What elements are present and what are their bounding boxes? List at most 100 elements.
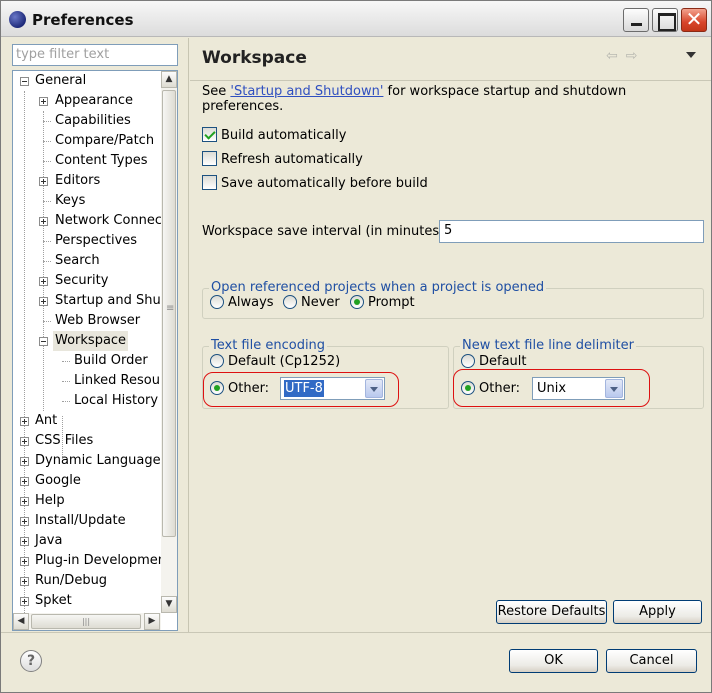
- expand-icon[interactable]: [20, 477, 29, 486]
- tree-item[interactable]: Workspace: [13, 331, 161, 351]
- tree-item[interactable]: Help: [13, 491, 161, 511]
- scroll-left-button[interactable]: ◀: [13, 613, 29, 630]
- tree-item[interactable]: Editors: [13, 171, 161, 191]
- tree-item[interactable]: Ant: [13, 411, 161, 431]
- expand-icon[interactable]: [20, 417, 29, 426]
- expand-icon[interactable]: [20, 457, 29, 466]
- tree-horizontal-scrollbar[interactable]: ◀ ||| ▶: [13, 613, 161, 630]
- checkbox-box[interactable]: [202, 127, 217, 142]
- tree-item[interactable]: Linked Resources: [13, 371, 161, 391]
- tree-item[interactable]: Search: [13, 251, 161, 271]
- prompt-radio[interactable]: Prompt: [350, 294, 415, 312]
- expand-icon[interactable]: [20, 597, 29, 606]
- startup-shutdown-link[interactable]: 'Startup and Shutdown': [230, 84, 383, 99]
- tree-item-label: Network Connections: [55, 213, 161, 228]
- expand-icon[interactable]: [39, 277, 48, 286]
- expand-icon[interactable]: [20, 537, 29, 546]
- tree-item[interactable]: Google: [13, 471, 161, 491]
- expand-icon[interactable]: [20, 497, 29, 506]
- scroll-up-button[interactable]: ▲: [161, 71, 177, 88]
- expand-icon[interactable]: [39, 177, 48, 186]
- restore-defaults-button[interactable]: Restore Defaults: [496, 600, 607, 624]
- tree-item[interactable]: Build Order: [13, 351, 161, 371]
- back-arrow-icon[interactable]: ⇦: [606, 48, 618, 64]
- title-bar[interactable]: Preferences ✕: [1, 1, 711, 37]
- tree-item[interactable]: Web Browser: [13, 311, 161, 331]
- tree-item-label: CSS Files: [35, 433, 94, 448]
- radio-circle[interactable]: [461, 353, 475, 368]
- title-separator: [190, 80, 711, 81]
- checkbox-box[interactable]: [202, 175, 217, 190]
- default-encoding-radio[interactable]: Default (Cp1252): [210, 353, 340, 371]
- tree-item[interactable]: General: [13, 71, 161, 91]
- tree-item[interactable]: Capabilities: [13, 111, 161, 131]
- scroll-down-button[interactable]: ▼: [161, 596, 177, 613]
- tree-item[interactable]: Compare/Patch: [13, 131, 161, 151]
- expand-icon[interactable]: [20, 577, 29, 586]
- tree-item[interactable]: Java: [13, 531, 161, 551]
- tree-connector: [62, 361, 70, 362]
- collapse-icon[interactable]: [39, 337, 48, 346]
- tree-item[interactable]: Plug-in Development: [13, 551, 161, 571]
- expand-icon[interactable]: [20, 517, 29, 526]
- tree-item-label: Keys: [55, 193, 86, 208]
- tree-item[interactable]: Keys: [13, 191, 161, 211]
- tree-connector: [43, 161, 51, 162]
- radio-circle[interactable]: [283, 294, 297, 309]
- tree-item[interactable]: Startup and Shutdown: [13, 291, 161, 311]
- tree-vertical-scrollbar[interactable]: ▲ ▼: [161, 71, 177, 613]
- scroll-thumb[interactable]: [162, 90, 176, 537]
- close-icon: ✕: [685, 7, 703, 31]
- expand-icon[interactable]: [39, 217, 48, 226]
- radio-circle[interactable]: [210, 294, 224, 309]
- view-menu-icon[interactable]: [686, 52, 696, 58]
- history-navigation: ⇦ ⇨: [606, 48, 645, 64]
- filter-input[interactable]: type filter text: [12, 44, 178, 66]
- apply-button[interactable]: Apply: [613, 600, 702, 624]
- tree-item[interactable]: Security: [13, 271, 161, 291]
- tree-item-label: Perspectives: [55, 233, 138, 248]
- checkbox-label: Build automatically: [221, 128, 347, 143]
- horizontal-scroll-thumb[interactable]: |||: [31, 614, 141, 629]
- tree-item[interactable]: Local History: [13, 391, 161, 411]
- tree-connector: [43, 121, 51, 122]
- radio-label: Never: [301, 295, 340, 310]
- close-button[interactable]: ✕: [681, 7, 707, 32]
- tree-item-label: Web Browser: [55, 313, 141, 328]
- maximize-button[interactable]: [652, 8, 678, 32]
- tree-item[interactable]: Run/Debug: [13, 571, 161, 591]
- never-radio[interactable]: Never: [283, 294, 340, 312]
- forward-arrow-icon[interactable]: ⇨: [626, 48, 638, 64]
- minimize-button[interactable]: [623, 8, 649, 32]
- save-interval-input[interactable]: 5: [439, 220, 704, 243]
- expand-icon[interactable]: [39, 297, 48, 306]
- checkbox-box[interactable]: [202, 151, 217, 166]
- save-before-build-checkbox[interactable]: Save automatically before build: [202, 175, 428, 195]
- page-title: Workspace: [202, 48, 307, 68]
- tree-item[interactable]: Perspectives: [13, 231, 161, 251]
- collapse-icon[interactable]: [20, 77, 29, 86]
- expand-icon[interactable]: [39, 97, 48, 106]
- cancel-button[interactable]: Cancel: [606, 649, 697, 673]
- tree-item[interactable]: Appearance: [13, 91, 161, 111]
- tree-item[interactable]: Dynamic Languages: [13, 451, 161, 471]
- intro-prefix: See: [202, 84, 231, 99]
- refresh-automatically-checkbox[interactable]: Refresh automatically: [202, 151, 363, 171]
- tree-item[interactable]: Content Types: [13, 151, 161, 171]
- help-icon[interactable]: ?: [20, 650, 42, 672]
- radio-circle[interactable]: [350, 294, 364, 309]
- always-radio[interactable]: Always: [210, 294, 274, 312]
- tree-item-label: Install/Update: [35, 513, 126, 528]
- ok-button[interactable]: OK: [509, 649, 598, 673]
- tree-item[interactable]: CSS Files: [13, 431, 161, 451]
- expand-icon[interactable]: [20, 557, 29, 566]
- build-automatically-checkbox[interactable]: Build automatically: [202, 127, 346, 147]
- tree-item-label: Startup and Shutdown: [55, 293, 161, 308]
- tree-item[interactable]: Network Connections: [13, 211, 161, 231]
- tree-item[interactable]: Install/Update: [13, 511, 161, 531]
- footer-separator: [1, 632, 711, 633]
- tree-item[interactable]: Spket: [13, 591, 161, 611]
- radio-circle[interactable]: [210, 353, 224, 368]
- scroll-right-button[interactable]: ▶: [144, 613, 160, 630]
- expand-icon[interactable]: [20, 437, 29, 446]
